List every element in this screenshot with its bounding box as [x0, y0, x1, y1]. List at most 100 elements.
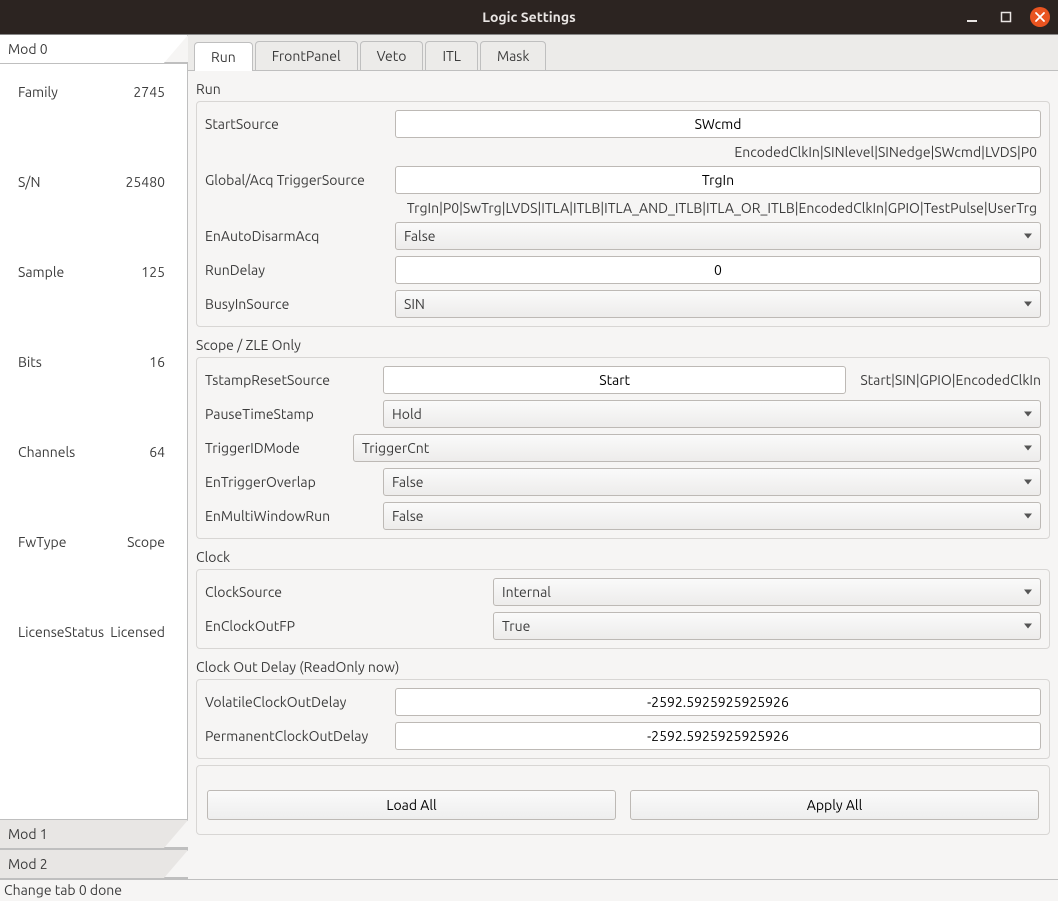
window-controls [962, 7, 1050, 27]
info-value: 25480 [126, 174, 165, 190]
section-title-clock: Clock [196, 545, 1050, 569]
chevron-down-icon [1024, 624, 1032, 629]
info-label: Sample [18, 264, 64, 280]
row-run-delay: RunDelay [205, 256, 1041, 284]
row-en-trigger-overlap: EnTriggerOverlap False [205, 468, 1041, 496]
chevron-down-icon [1024, 446, 1032, 451]
tab-run[interactable]: Run [194, 42, 253, 71]
module-tab-label: Mod 0 [8, 41, 48, 57]
client-area: Mod 0 Family 2745 S/N 25480 Sample 125 B… [0, 34, 1058, 901]
select-value: Internal [502, 584, 551, 600]
info-row-fwtype: FwType Scope [4, 534, 183, 550]
module-tabs: Mod 0 Family 2745 S/N 25480 Sample 125 B… [0, 35, 188, 879]
info-value: 2745 [133, 84, 165, 100]
label-busy-in-source: BusyInSource [205, 296, 387, 312]
status-bar: Change tab 0 done [0, 879, 1058, 901]
info-row-bits: Bits 16 [4, 354, 183, 370]
select-clock-source[interactable]: Internal [493, 578, 1041, 606]
info-row-license: LicenseStatus Licensed [4, 624, 183, 640]
chevron-down-icon [1024, 514, 1032, 519]
window-title: Logic Settings [0, 9, 1058, 25]
row-pause-timestamp: PauseTimeStamp Hold [205, 400, 1041, 428]
select-en-multi-window[interactable]: False [383, 502, 1041, 530]
tab-frontpanel[interactable]: FrontPanel [255, 41, 358, 70]
minimize-button[interactable] [962, 7, 982, 27]
hint-tstamp-reset: Start|SIN|GPIO|EncodedClkIn [854, 372, 1041, 388]
close-icon [1034, 11, 1046, 23]
tab-veto[interactable]: Veto [360, 41, 424, 70]
row-volatile-clock-out: VolatileClockOutDelay [205, 688, 1041, 716]
tab-itl[interactable]: ITL [425, 41, 478, 70]
select-busy-in-source[interactable]: SIN [395, 290, 1041, 318]
info-label: S/N [18, 174, 40, 190]
select-value: SIN [404, 296, 425, 312]
info-label: FwType [18, 534, 66, 550]
module-tab-mod2[interactable]: Mod 2 [0, 849, 187, 879]
chevron-down-icon [1024, 234, 1032, 239]
tab-mask[interactable]: Mask [480, 41, 547, 70]
module-tab-label: Mod 2 [8, 856, 48, 872]
input-volatile-clock-out[interactable] [395, 688, 1041, 716]
info-value: Licensed [110, 624, 165, 640]
row-en-clock-out-fp: EnClockOutFP True [205, 612, 1041, 640]
module-tab-label: Mod 1 [8, 826, 48, 842]
info-label: Family [18, 84, 58, 100]
row-permanent-clock-out: PermanentClockOutDelay [205, 722, 1041, 750]
select-en-auto-disarm[interactable]: False [395, 222, 1041, 250]
maximize-button[interactable] [996, 7, 1016, 27]
row-trigger-id-mode: TriggerIDMode TriggerCnt [205, 434, 1041, 462]
input-run-delay[interactable] [395, 256, 1041, 284]
section-title-clock-out: Clock Out Delay (ReadOnly now) [196, 655, 1050, 679]
label-volatile-clock-out: VolatileClockOutDelay [205, 694, 387, 710]
select-en-trigger-overlap[interactable]: False [383, 468, 1041, 496]
input-permanent-clock-out[interactable] [395, 722, 1041, 750]
row-tstamp-reset: TstampResetSource Start|SIN|GPIO|Encoded… [205, 366, 1041, 394]
module-tab-mod0[interactable]: Mod 0 [0, 35, 187, 64]
info-row-sample: Sample 125 [4, 264, 183, 280]
select-pause-timestamp[interactable]: Hold [383, 400, 1041, 428]
select-trigger-id-mode[interactable]: TriggerCnt [353, 434, 1041, 462]
info-row-family: Family 2745 [4, 84, 183, 100]
chevron-down-icon [1024, 590, 1032, 595]
load-all-button[interactable]: Load All [207, 790, 616, 820]
workspace: Mod 0 Family 2745 S/N 25480 Sample 125 B… [0, 35, 1058, 879]
label-trigger-id-mode: TriggerIDMode [205, 440, 345, 456]
input-start-source[interactable] [395, 110, 1041, 138]
info-label: LicenseStatus [18, 624, 104, 640]
info-label: Channels [18, 444, 75, 460]
chevron-down-icon [1024, 302, 1032, 307]
close-button[interactable] [1030, 7, 1050, 27]
info-label: Bits [18, 354, 42, 370]
select-value: True [502, 618, 530, 634]
select-value: False [392, 474, 424, 490]
status-text: Change tab 0 done [4, 882, 122, 898]
group-scope: TstampResetSource Start|SIN|GPIO|Encoded… [196, 357, 1050, 539]
group-clock-out: VolatileClockOutDelay PermanentClockOutD… [196, 679, 1050, 759]
label-permanent-clock-out: PermanentClockOutDelay [205, 728, 387, 744]
label-en-trigger-overlap: EnTriggerOverlap [205, 474, 375, 490]
label-start-source: StartSource [205, 116, 387, 132]
info-value: 64 [149, 444, 165, 460]
titlebar: Logic Settings [0, 0, 1058, 34]
chevron-down-icon [1024, 412, 1032, 417]
module-tab-mod1[interactable]: Mod 1 [0, 819, 187, 849]
select-en-clock-out-fp[interactable]: True [493, 612, 1041, 640]
settings-panel: Run FrontPanel Veto ITL Mask Run StartSo… [188, 35, 1058, 879]
section-title-scope: Scope / ZLE Only [196, 333, 1050, 357]
select-value: Hold [392, 406, 422, 422]
info-value: 16 [149, 354, 165, 370]
row-en-multi-window: EnMultiWindowRun False [205, 502, 1041, 530]
row-en-auto-disarm: EnAutoDisarmAcq False [205, 222, 1041, 250]
input-tstamp-reset[interactable] [383, 366, 846, 394]
info-row-channels: Channels 64 [4, 444, 183, 460]
info-row-sn: S/N 25480 [4, 174, 183, 190]
label-en-multi-window: EnMultiWindowRun [205, 508, 375, 524]
select-value: TriggerCnt [362, 440, 429, 456]
input-global-trigger[interactable] [395, 166, 1041, 194]
label-global-trigger: Global/Acq TriggerSource [205, 172, 387, 188]
apply-all-button[interactable]: Apply All [630, 790, 1039, 820]
group-actions: Load All Apply All [196, 765, 1050, 835]
select-value: False [404, 228, 436, 244]
label-pause-timestamp: PauseTimeStamp [205, 406, 375, 422]
hint-global-trigger: TrgIn|P0|SwTrg|LVDS|ITLA|ITLB|ITLA_AND_I… [205, 200, 1041, 216]
